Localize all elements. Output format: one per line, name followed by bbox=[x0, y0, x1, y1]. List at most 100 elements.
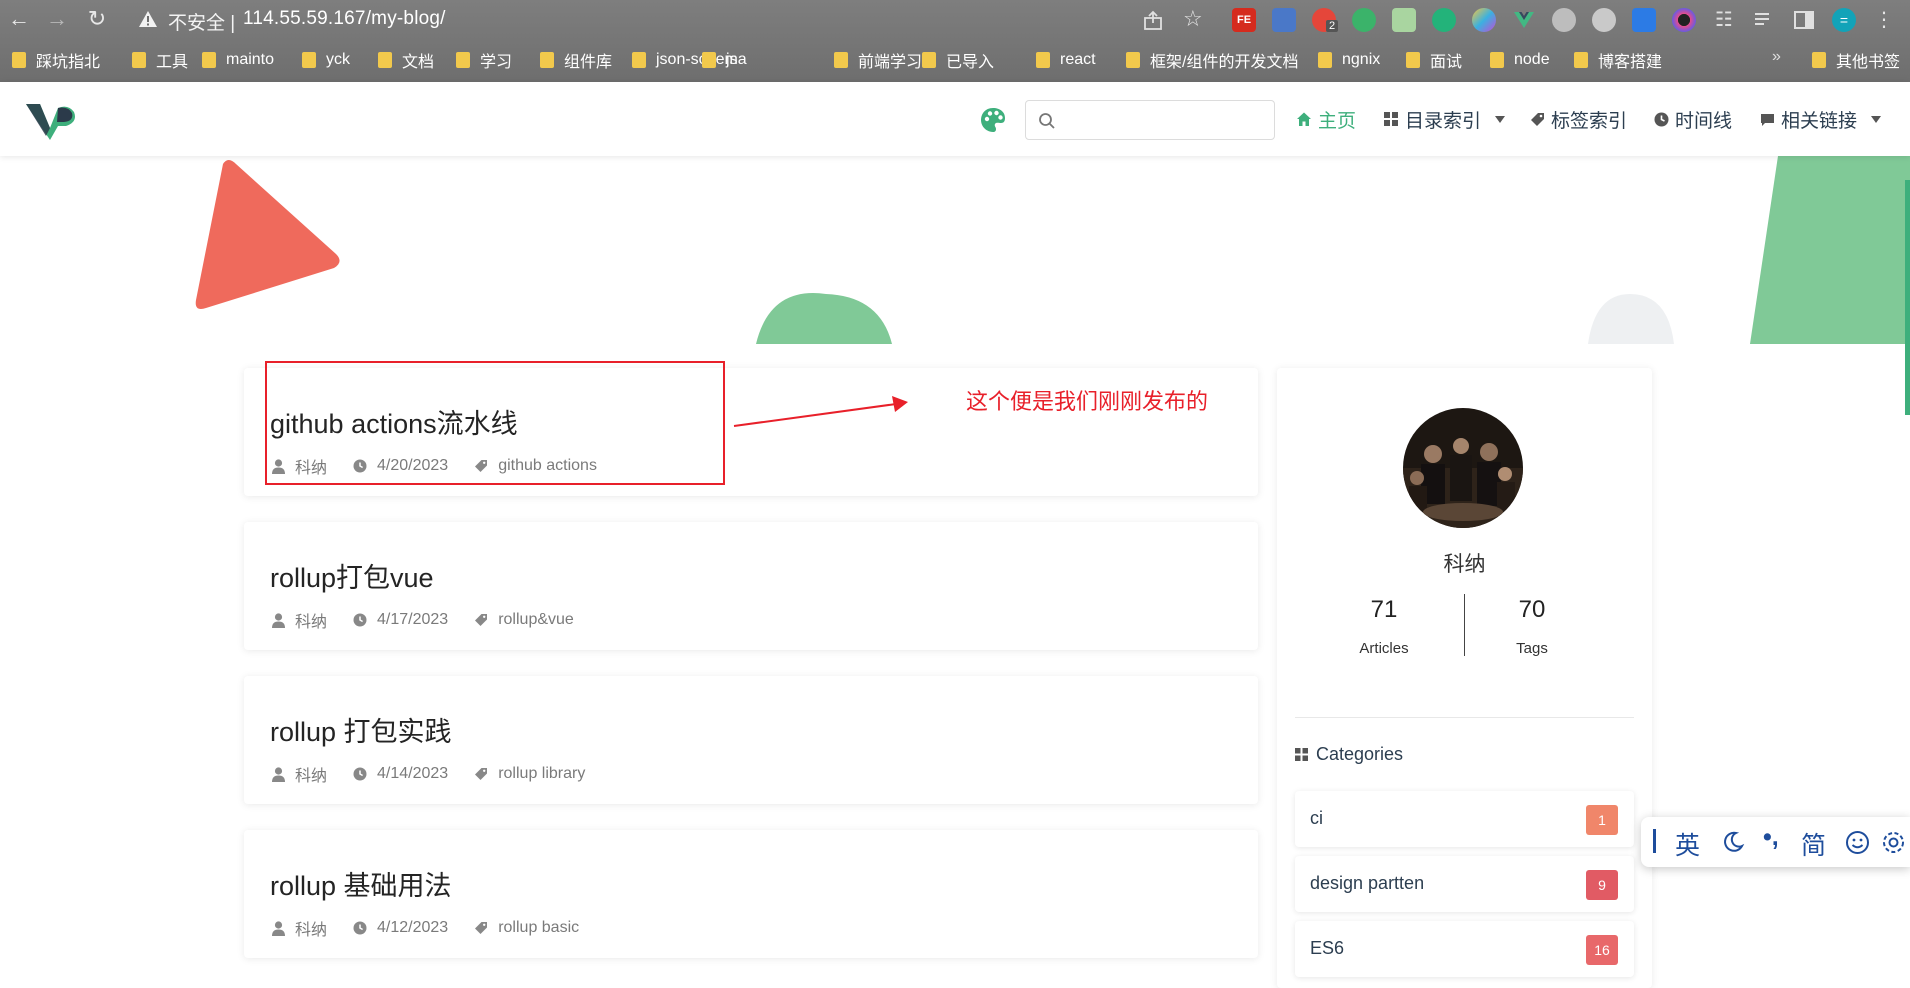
chevron-down-icon bbox=[1871, 115, 1882, 123]
grid-icon bbox=[1384, 111, 1398, 126]
url-text[interactable]: 114.55.59.167/my-blog/ bbox=[243, 8, 446, 30]
ime-mode-toggle[interactable]: 英 bbox=[1675, 826, 1700, 862]
check-extension-icon[interactable] bbox=[1352, 8, 1376, 32]
bookmark-item[interactable]: mainto bbox=[202, 49, 274, 71]
message-icon bbox=[1761, 113, 1774, 126]
post-tag[interactable]: rollup basic bbox=[474, 919, 579, 937]
post-tag[interactable]: rollup library bbox=[474, 765, 585, 783]
folder-icon bbox=[456, 52, 470, 68]
media-list-icon[interactable] bbox=[1752, 8, 1776, 32]
ime-handle[interactable] bbox=[1653, 829, 1656, 853]
colorful-extension-icon[interactable] bbox=[1472, 8, 1496, 32]
security-label[interactable]: 不安全 | bbox=[168, 8, 235, 35]
nav-timeline[interactable]: 时间线 bbox=[1654, 106, 1732, 132]
puzzle-icon[interactable]: ☷ bbox=[1712, 8, 1736, 32]
post-tag[interactable]: rollup&vue bbox=[474, 611, 574, 629]
moon-icon[interactable] bbox=[1721, 830, 1745, 854]
bookmark-item[interactable]: 已导入 bbox=[922, 49, 994, 71]
annotation-arrow bbox=[733, 396, 908, 427]
bookmarks-overflow-icon[interactable]: » bbox=[1772, 48, 1781, 66]
browser-chrome: ← → ↻ 不安全 | 114.55.59.167/my-blog/ ☆ FE … bbox=[0, 0, 1910, 82]
post-title[interactable]: rollup打包vue bbox=[270, 556, 434, 595]
nav-home[interactable]: 主页 bbox=[1296, 106, 1356, 132]
bookmark-item[interactable]: 学习 bbox=[456, 49, 512, 71]
bookmark-item[interactable]: 博客搭建 bbox=[1574, 49, 1662, 71]
tags-stat[interactable]: 70 Tags bbox=[1477, 596, 1587, 657]
search-box[interactable] bbox=[1025, 100, 1275, 140]
other-bookmarks[interactable]: 其他书签 bbox=[1812, 49, 1900, 71]
map-extension-icon[interactable] bbox=[1392, 8, 1416, 32]
record-extension-icon[interactable]: 2 bbox=[1312, 8, 1339, 32]
tags-label: Tags bbox=[1516, 640, 1548, 657]
annotation-highlight-box bbox=[265, 361, 725, 485]
folder-icon bbox=[302, 52, 316, 68]
site-navbar: 主页 目录索引 标签索引 时间线 相关链接 bbox=[0, 82, 1910, 156]
sidepanel-icon[interactable] bbox=[1792, 8, 1816, 32]
articles-stat[interactable]: 71 Articles bbox=[1329, 596, 1439, 657]
profile-avatar[interactable]: = bbox=[1832, 8, 1856, 32]
bookmark-item[interactable]: 框架/组件的开发文档 bbox=[1126, 49, 1298, 71]
post-title[interactable]: rollup 基础用法 bbox=[270, 864, 452, 903]
chevron-down-icon bbox=[1495, 115, 1506, 123]
bookmark-item[interactable]: ngnix bbox=[1318, 49, 1380, 71]
category-item[interactable]: ci 1 bbox=[1295, 791, 1634, 847]
vue-devtools-icon[interactable] bbox=[1512, 8, 1536, 32]
bookmark-item[interactable]: node bbox=[1490, 49, 1550, 71]
bookmark-item[interactable]: 工具 bbox=[132, 49, 188, 71]
bookmark-item[interactable]: 面试 bbox=[1406, 49, 1462, 71]
author-avatar[interactable] bbox=[1403, 408, 1523, 528]
scrollbar-indicator[interactable] bbox=[1905, 180, 1910, 415]
bookmark-item[interactable]: 踩坑指北 bbox=[12, 49, 100, 71]
folder-icon bbox=[540, 52, 554, 68]
post-date: 4/14/2023 bbox=[353, 765, 448, 783]
address-bar-row: ← → ↻ 不安全 | 114.55.59.167/my-blog/ ☆ FE … bbox=[0, 0, 1910, 40]
back-icon[interactable]: ← bbox=[6, 6, 32, 32]
nav-tag-index[interactable]: 标签索引 bbox=[1530, 106, 1627, 132]
warning-icon[interactable] bbox=[138, 9, 158, 29]
clock-icon bbox=[1654, 112, 1669, 126]
gray-semicircle-shape bbox=[1588, 294, 1674, 344]
folder-icon bbox=[1574, 52, 1588, 68]
bookmark-star-icon[interactable]: ☆ bbox=[1183, 6, 1203, 32]
category-item[interactable]: ES6 16 bbox=[1295, 921, 1634, 977]
tag-icon bbox=[475, 768, 488, 780]
home-icon bbox=[1297, 112, 1311, 126]
grammarly-extension-icon[interactable] bbox=[1432, 8, 1456, 32]
post-meta: 科纳 4/14/2023 rollup library bbox=[272, 762, 611, 786]
search-input[interactable] bbox=[1066, 107, 1270, 135]
folder-icon bbox=[1490, 52, 1504, 68]
post-card[interactable]: rollup打包vue 科纳 4/17/2023 rollup&vue bbox=[244, 522, 1258, 650]
translate-extension-icon[interactable] bbox=[1272, 8, 1296, 32]
bookmark-item[interactable]: 组件库 bbox=[540, 49, 612, 71]
kebab-menu-icon[interactable]: ⋮ bbox=[1872, 8, 1896, 32]
post-card[interactable]: rollup 打包实践 科纳 4/14/2023 rollup library bbox=[244, 676, 1258, 804]
share-icon[interactable] bbox=[1142, 9, 1164, 31]
settings-extension-icon[interactable] bbox=[1552, 8, 1576, 32]
site-logo[interactable] bbox=[24, 98, 80, 142]
ime-simplified-toggle[interactable]: 简 bbox=[1801, 826, 1826, 862]
palette-icon[interactable] bbox=[979, 106, 1007, 134]
clock-icon bbox=[353, 767, 367, 781]
post-card[interactable]: rollup 基础用法 科纳 4/12/2023 rollup basic bbox=[244, 830, 1258, 958]
paw-extension-icon[interactable] bbox=[1592, 8, 1616, 32]
folder-icon bbox=[1406, 52, 1420, 68]
post-meta: 科纳 4/17/2023 rollup&vue bbox=[272, 608, 600, 632]
category-item[interactable]: design partten 9 bbox=[1295, 856, 1634, 912]
gear-icon[interactable] bbox=[1881, 830, 1906, 855]
bookmark-item[interactable]: 文档 bbox=[378, 49, 434, 71]
reload-icon[interactable]: ↻ bbox=[84, 6, 110, 32]
nav-related-links[interactable]: 相关链接 bbox=[1760, 106, 1882, 132]
bookmark-item[interactable]: 前端学习 bbox=[834, 49, 922, 71]
punctuation-icon[interactable]: •, bbox=[1763, 823, 1779, 852]
folder-icon bbox=[834, 52, 848, 68]
bookmark-item[interactable]: yck bbox=[302, 49, 350, 71]
fe-extension-icon[interactable]: FE bbox=[1232, 8, 1256, 32]
color-picker-extension-icon[interactable] bbox=[1672, 8, 1696, 32]
nav-category-index[interactable]: 目录索引 bbox=[1384, 106, 1506, 132]
screen-extension-icon[interactable] bbox=[1632, 8, 1656, 32]
bookmark-item[interactable]: js bbox=[702, 49, 738, 71]
forward-icon[interactable]: → bbox=[44, 6, 70, 32]
bookmark-item[interactable]: react bbox=[1036, 49, 1096, 71]
post-title[interactable]: rollup 打包实践 bbox=[270, 710, 452, 749]
emoji-icon[interactable] bbox=[1845, 830, 1870, 855]
